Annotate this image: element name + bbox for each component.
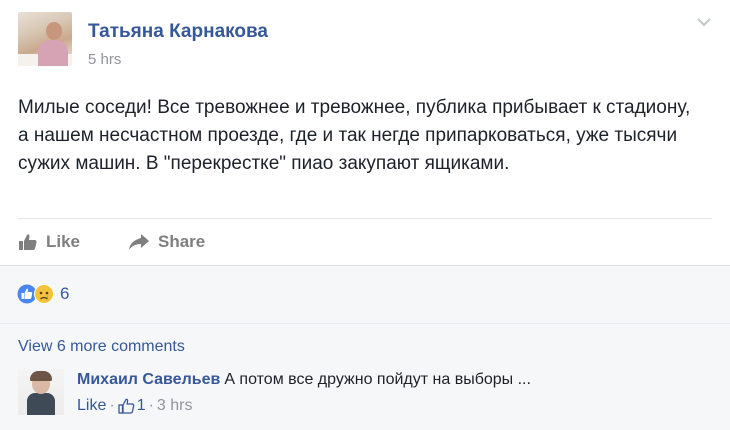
like-label: Like <box>46 232 81 251</box>
post-timestamp[interactable]: 5 hrs <box>88 51 121 68</box>
sad-reaction-icon <box>34 284 54 304</box>
share-label: Share <box>158 232 206 251</box>
comment-like-button[interactable]: Like <box>77 397 106 415</box>
comment-meta: Like · 1 · 3 hrs <box>77 397 193 415</box>
post-text: Милые соседи! Все тревожнее и тревожнее,… <box>18 97 691 174</box>
share-button[interactable]: Share <box>128 228 205 256</box>
view-more-comments-link[interactable]: View 6 more comments <box>18 338 185 356</box>
facebook-post: Татьяна Карнакова 5 hrs Милые соседи! Вс… <box>0 0 730 430</box>
comment: Михаил Савельев А потом все дружно пойдут… <box>77 371 531 389</box>
comment-author-name[interactable]: Михаил Савельев <box>77 371 220 388</box>
chevron-down-icon[interactable] <box>696 16 712 28</box>
commenter-avatar[interactable] <box>18 369 64 415</box>
comment-text: А потом все дружно пойдут на выборы ... <box>224 371 531 388</box>
comment-like-count[interactable]: 1 <box>137 397 146 415</box>
section-divider <box>0 265 730 266</box>
comment-timestamp[interactable]: 3 hrs <box>157 397 193 415</box>
post-author-name[interactable]: Татьяна Карнакова <box>88 21 268 43</box>
thumbs-up-icon <box>19 234 37 250</box>
like-button[interactable]: Like <box>18 228 80 256</box>
thumbs-up-outline-icon <box>118 398 135 414</box>
comments-divider <box>0 323 730 324</box>
reactions-summary[interactable]: 6 <box>17 282 69 306</box>
share-arrow-icon <box>129 234 149 250</box>
reaction-count[interactable]: 6 <box>60 284 69 304</box>
divider <box>18 218 712 219</box>
author-avatar[interactable] <box>18 12 72 66</box>
